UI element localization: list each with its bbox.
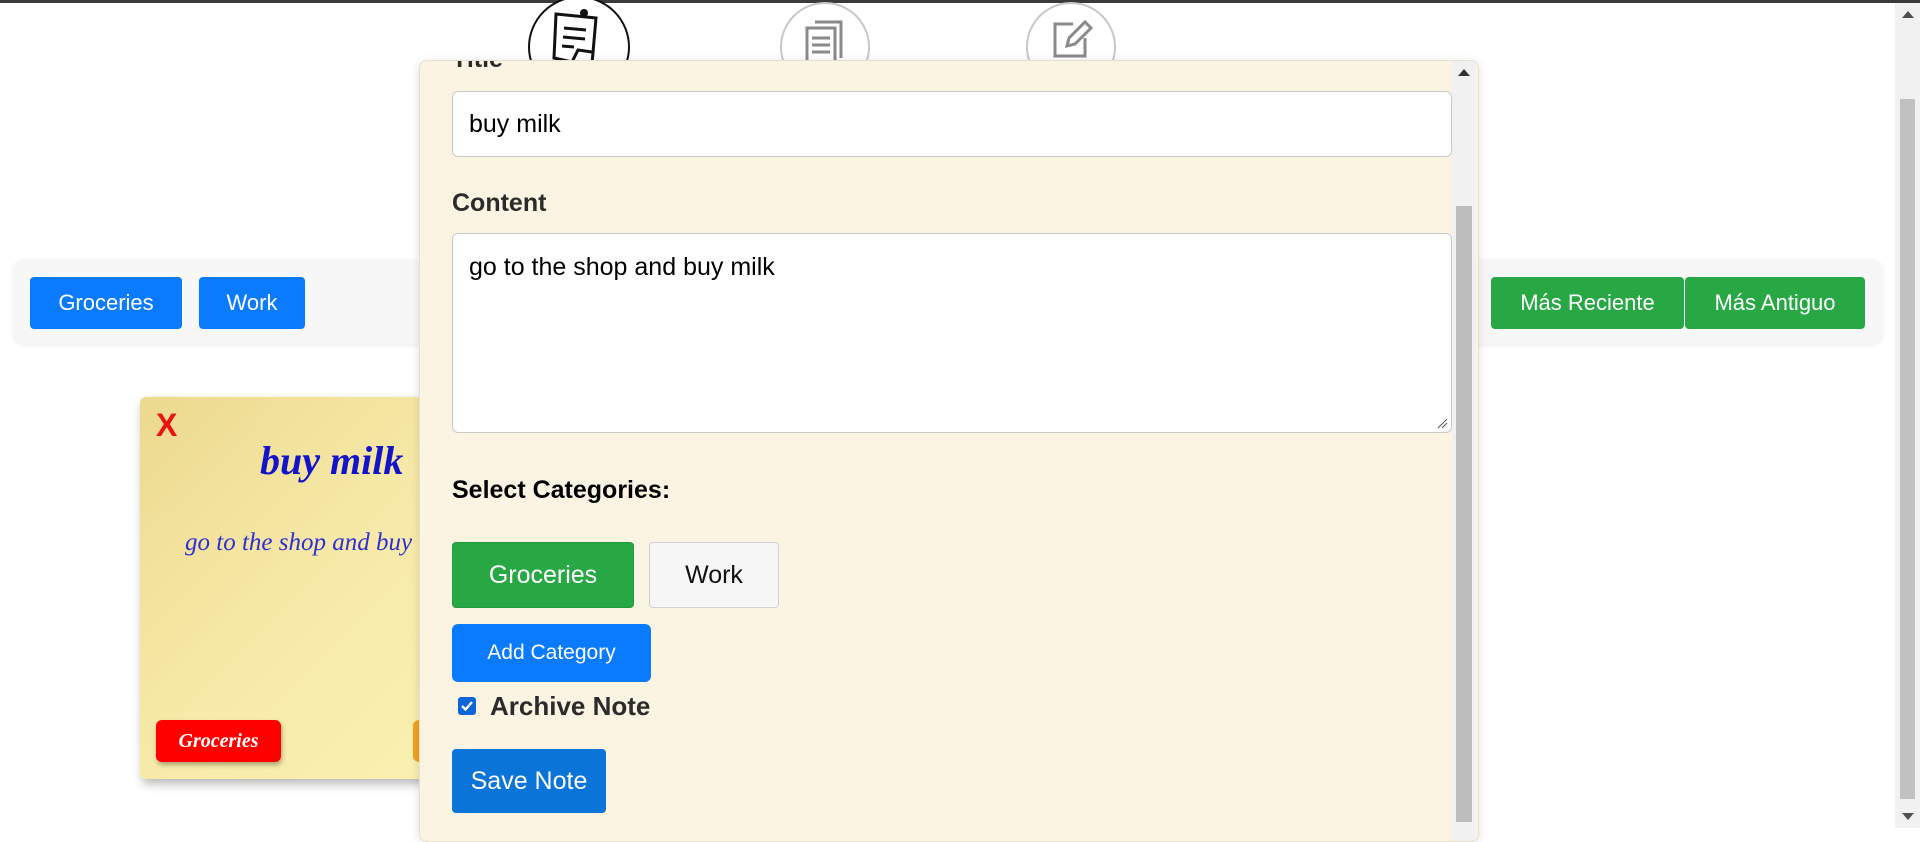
note-form-modal: Title buy milk Content go to the shop an…	[419, 60, 1479, 842]
title-input[interactable]: buy milk	[452, 91, 1452, 157]
scroll-up-icon[interactable]	[1902, 11, 1914, 18]
sort-recent-button[interactable]: Más Reciente	[1491, 277, 1684, 329]
page-scrollbar[interactable]	[1895, 3, 1920, 828]
filter-work-button[interactable]: Work	[199, 277, 305, 329]
note-title: buy milk	[260, 438, 404, 483]
content-text: go to the shop and buy milk	[469, 253, 775, 281]
content-textarea[interactable]: go to the shop and buy milk	[452, 233, 1452, 433]
checkmark-icon	[461, 701, 473, 712]
archive-row: Archive Note	[458, 688, 650, 724]
scroll-up-icon[interactable]	[1458, 69, 1470, 76]
save-note-button[interactable]: Save Note	[452, 749, 606, 813]
scroll-down-icon[interactable]	[1902, 813, 1914, 820]
delete-note-button[interactable]: X	[156, 407, 177, 444]
resize-handle-icon[interactable]	[1436, 417, 1448, 429]
category-option-work[interactable]: Work	[649, 542, 779, 608]
sort-oldest-button[interactable]: Más Antiguo	[1685, 277, 1865, 329]
modal-scrollbar-thumb[interactable]	[1456, 206, 1472, 822]
filter-groceries-button[interactable]: Groceries	[30, 277, 182, 329]
page-scrollbar-thumb[interactable]	[1900, 99, 1915, 799]
modal-scrollbar[interactable]	[1452, 61, 1476, 841]
content-label: Content	[452, 189, 547, 217]
note-category-tag: Groceries	[156, 720, 281, 762]
archive-label: Archive Note	[490, 690, 651, 721]
category-option-groceries[interactable]: Groceries	[452, 542, 634, 608]
select-categories-label: Select Categories:	[452, 476, 671, 504]
archive-checkbox[interactable]	[458, 697, 476, 715]
title-label: Title	[452, 61, 503, 74]
window-top-border	[0, 0, 1920, 3]
add-category-button[interactable]: Add Category	[452, 624, 651, 682]
